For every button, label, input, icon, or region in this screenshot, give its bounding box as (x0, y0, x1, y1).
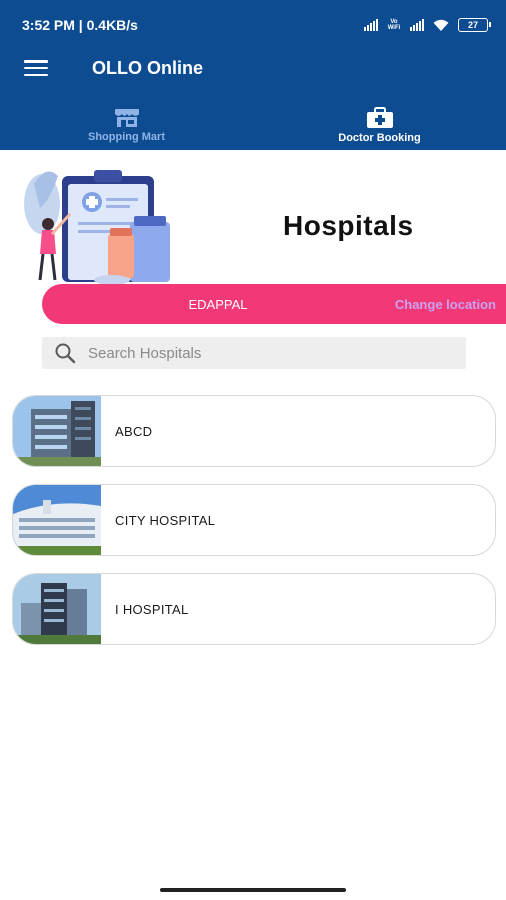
change-location-button[interactable]: Change location (395, 297, 496, 312)
tab-bar: Shopping Mart Doctor Booking (0, 100, 506, 150)
hospital-image (13, 485, 101, 555)
app-title: OLLO Online (92, 57, 203, 78)
hospital-card-i-hospital[interactable]: I HOSPITAL (12, 573, 496, 645)
tab-doctor-booking-label: Doctor Booking (338, 131, 421, 144)
signal-icon-2 (410, 19, 424, 31)
status-bar: 3:52 PM | 0.4KB/s Vo WiFi 27 (22, 14, 491, 36)
battery-level: 27 (467, 20, 478, 30)
hospital-name: I HOSPITAL (115, 601, 189, 617)
search-box (42, 337, 466, 369)
volte-wifi-icon: Vo WiFi (387, 19, 401, 31)
page-title: Hospitals (283, 210, 414, 241)
home-indicator[interactable] (160, 888, 346, 892)
hospital-card-city-hospital[interactable]: CITY HOSPITAL (12, 484, 496, 556)
search-input[interactable] (88, 344, 448, 362)
search-icon (55, 343, 76, 364)
battery-icon: 27 (458, 18, 491, 32)
current-location: EDAPPAL (188, 296, 248, 312)
app-header: 3:52 PM | 0.4KB/s Vo WiFi 27 OLLO Online… (0, 0, 506, 150)
hospital-image (13, 396, 101, 466)
status-time: 3:52 PM | 0.4KB/s (22, 17, 138, 33)
medical-clipboard-illustration (24, 170, 170, 285)
location-bar: EDAPPAL Change location (42, 284, 506, 324)
signal-icon (364, 19, 378, 31)
store-icon (114, 108, 139, 127)
tab-doctor-booking[interactable]: Doctor Booking (253, 100, 506, 150)
hospital-card-abcd[interactable]: ABCD (12, 395, 496, 467)
tab-shopping-mart[interactable]: Shopping Mart (0, 100, 253, 150)
app-bar: OLLO Online (24, 54, 482, 82)
hospital-image (13, 574, 101, 644)
hospital-name: ABCD (115, 423, 153, 439)
menu-icon[interactable] (24, 60, 48, 76)
wifi-icon (433, 19, 449, 31)
status-icons: Vo WiFi 27 (364, 18, 491, 32)
hospital-name: CITY HOSPITAL (115, 512, 216, 528)
tab-shopping-mart-label: Shopping Mart (88, 130, 165, 143)
medical-kit-icon (366, 106, 393, 128)
